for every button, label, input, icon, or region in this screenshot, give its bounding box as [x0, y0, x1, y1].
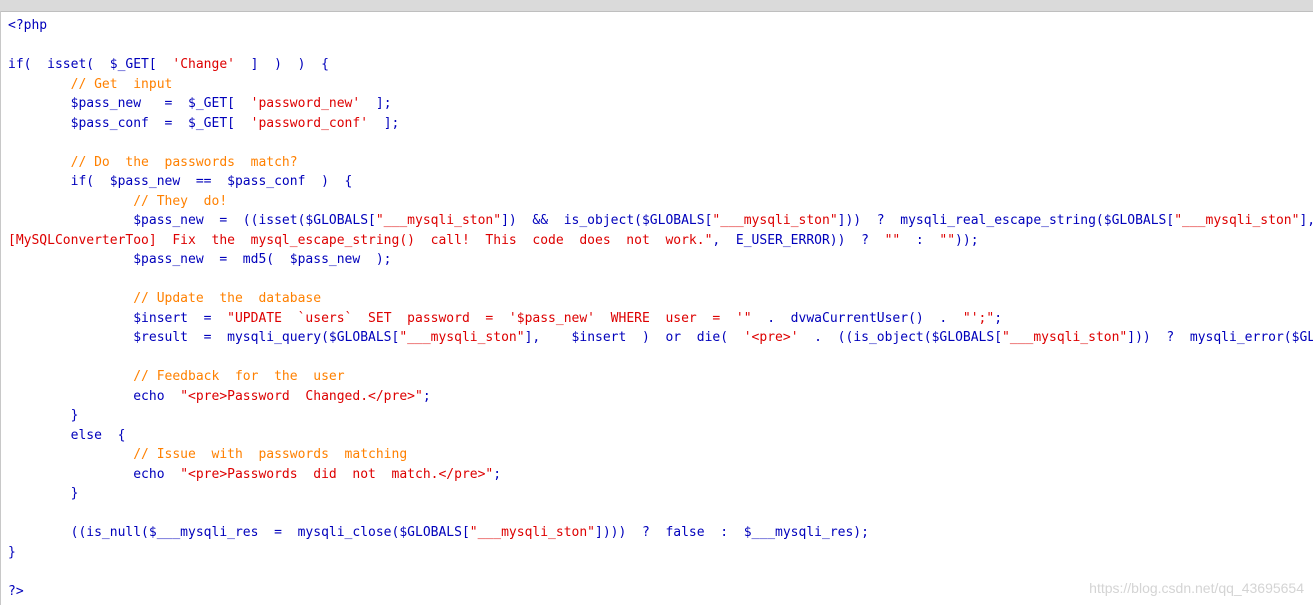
code-token: if( $pass_new == $pass_conf ) {: [8, 174, 353, 189]
code-token: "';": [962, 310, 995, 326]
code-token: 'Change': [172, 57, 235, 72]
code-token: ]) && is_object($GLOBALS[: [501, 213, 713, 228]
code-line: $result = mysqli_query($GLOBALS["___mysq…: [8, 328, 1313, 348]
code-token: $pass_conf = $_GET[: [8, 115, 251, 131]
code-line: }: [8, 543, 1313, 563]
code-token: 'password_conf': [250, 115, 369, 131]
code-line: $pass_new = ((isset($GLOBALS["___mysqli_…: [8, 211, 1313, 231]
code-line: $pass_new = $_GET[ 'password_new' ];: [8, 94, 1313, 114]
code-line: else {: [8, 426, 1313, 446]
code-line: // Do the passwords match?: [8, 153, 1313, 173]
code-token: ])) ? mysqli_error($GLOBALS[: [1127, 330, 1313, 345]
code-token: '<pre>': [743, 330, 799, 345]
code-line: if( isset( $_GET[ 'Change' ] ) ) {: [8, 55, 1313, 75]
code-token: ];: [368, 115, 400, 131]
code-token: "": [939, 232, 956, 248]
watermark: https://blog.csdn.net/qq_43695654: [1089, 580, 1304, 596]
code-token: "___mysqli_ston": [712, 213, 838, 228]
code-token: "": [884, 232, 901, 248]
code-token: $insert =: [8, 310, 228, 326]
code-line: if( $pass_new == $pass_conf ) {: [8, 172, 1313, 192]
code-line: <?php: [8, 16, 1313, 36]
code-token: // Do the passwords match?: [8, 154, 298, 170]
code-token: if( isset( $_GET[: [8, 57, 173, 72]
code-line: echo "<pre>Passwords did not match.</pre…: [8, 465, 1313, 485]
code-line: // Get input: [8, 75, 1313, 95]
code-token: }: [8, 486, 79, 501]
code-token: echo: [8, 388, 181, 404]
code-token: }: [8, 408, 79, 423]
code-token: ], $insert ) or die(: [524, 330, 744, 345]
code-token: ));: [955, 232, 979, 248]
code-line: // Feedback for the user: [8, 367, 1313, 387]
code-line: echo "<pre>Password Changed.</pre>";: [8, 387, 1313, 407]
code-token: "___mysqli_ston": [1002, 330, 1128, 345]
code-line: // Issue with passwords matching: [8, 445, 1313, 465]
code-token: ;: [493, 466, 502, 482]
code-token: ] ) ) {: [235, 57, 329, 72]
code-token: :: [900, 232, 940, 248]
php-source-code: <?php if( isset( $_GET[ 'Change' ] ) ) {…: [8, 16, 1313, 605]
code-token: "___mysqli_ston": [375, 213, 502, 228]
code-token: ?>: [8, 583, 24, 599]
code-token: // They do!: [8, 193, 228, 209]
code-token: . dvwaCurrentUser() .: [751, 310, 963, 326]
code-token: ;: [994, 310, 1003, 326]
code-token: "___mysqli_ston": [469, 525, 596, 540]
code-token: // Feedback for the user: [8, 369, 345, 384]
code-line: // They do!: [8, 192, 1313, 212]
code-token: ]))) ? false : $___mysqli_res);: [595, 525, 869, 540]
code-line: // Update the database: [8, 289, 1313, 309]
code-token: ], $pass_new ) : ((trigger_error(: [1299, 213, 1313, 228]
code-token: . ((is_object($GLOBALS[: [798, 330, 1003, 345]
code-token: else {: [8, 427, 126, 443]
code-token: "___mysqli_ston": [399, 330, 525, 345]
code-line: $pass_new = md5( $pass_new );: [8, 250, 1313, 270]
code-token: "UPDATE `users` SET password = '$pass_ne…: [227, 310, 752, 326]
code-token: // Get input: [8, 76, 173, 92]
code-line: $insert = "UPDATE `users` SET password =…: [8, 309, 1313, 329]
code-line: }: [8, 406, 1313, 426]
code-token: "<pre>Password Changed.</pre>": [180, 388, 423, 404]
browser-chrome-bar: [0, 0, 1313, 12]
code-token: $pass_new = $_GET[: [8, 96, 251, 111]
code-line: ((is_null($___mysqli_res = mysqli_close(…: [8, 523, 1313, 543]
code-token: "___mysqli_ston": [1174, 213, 1300, 228]
code-token: // Update the database: [8, 291, 322, 306]
code-token: // Issue with passwords matching: [8, 447, 408, 462]
code-token: 'password_new': [250, 96, 361, 111]
code-token: ;: [422, 388, 431, 404]
code-token: "<pre>Passwords did not match.</pre>": [180, 466, 494, 482]
code-token: $pass_new = md5( $pass_new );: [8, 252, 392, 267]
code-token: <?php: [8, 18, 48, 33]
code-line: $pass_conf = $_GET[ 'password_conf' ];: [8, 114, 1313, 134]
code-line: }: [8, 484, 1313, 504]
code-token: ])) ? mysqli_real_escape_string($GLOBALS…: [837, 213, 1175, 228]
left-border: [0, 11, 1, 605]
code-token: ((is_null($___mysqli_res = mysqli_close(…: [8, 525, 470, 540]
code-token: echo: [8, 466, 181, 482]
code-token: [MySQLConverterToo] Fix the mysql_escape…: [8, 232, 713, 248]
code-token: ];: [360, 96, 392, 111]
code-token: , E_USER_ERROR)) ?: [712, 232, 885, 248]
code-token: $result = mysqli_query($GLOBALS[: [8, 330, 400, 345]
code-token: $pass_new = ((isset($GLOBALS[: [8, 213, 376, 228]
code-token: }: [8, 544, 16, 560]
code-line: [MySQLConverterToo] Fix the mysql_escape…: [8, 231, 1313, 251]
